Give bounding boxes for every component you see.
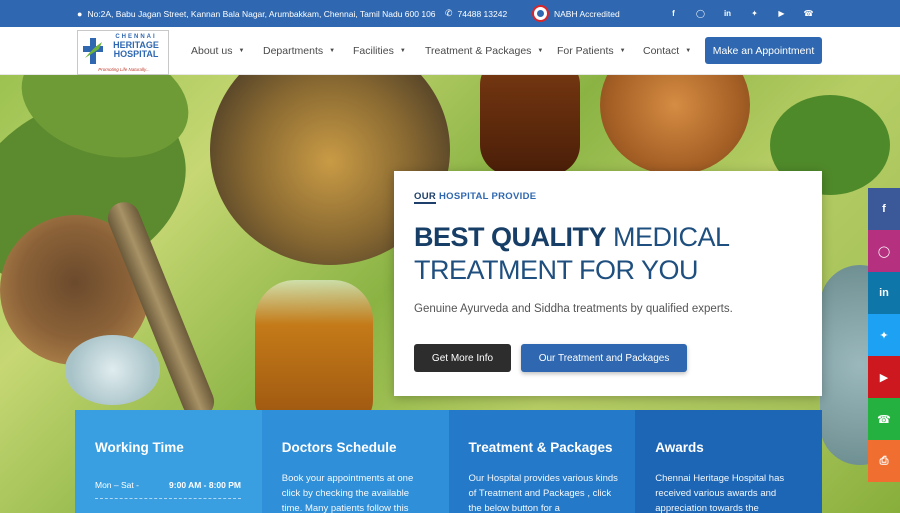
nav-label: Contact xyxy=(643,45,680,57)
card-title: Working Time xyxy=(95,440,184,455)
linkedin-icon[interactable]: in xyxy=(714,9,741,18)
nav-facilities[interactable]: Facilities ▼ xyxy=(353,27,406,75)
chevron-down-icon: ▼ xyxy=(685,48,692,54)
facebook-icon[interactable]: f xyxy=(868,188,900,230)
address-text: No:2A, Babu Jagan Street, Kannan Bala Na… xyxy=(87,8,436,19)
oil-glass-image xyxy=(255,280,373,430)
card-text: Our Hospital provides various kinds of T… xyxy=(468,473,618,513)
address-info: ● No:2A, Babu Jagan Street, Kannan Bala … xyxy=(77,0,436,27)
site-header: CHENNAI HERITAGE HOSPITAL Promoting Life… xyxy=(0,27,900,75)
phone-text[interactable]: 74488 13242 xyxy=(458,9,508,19)
whatsapp-icon[interactable]: ☎ xyxy=(795,9,822,18)
card-text: Book your appointments at one click by c… xyxy=(281,473,414,513)
nav-for-patients[interactable]: For Patients ▼ xyxy=(557,27,626,75)
card-title: Treatment & Packages xyxy=(468,440,613,455)
card-text: Chennai Heritage Hospital has received v… xyxy=(655,473,785,513)
nabh-logo-icon xyxy=(532,5,549,22)
accreditation-info: NABH Accredited xyxy=(532,0,620,27)
working-hours-row: Mon – Sat - 9:00 AM - 8:00 PM xyxy=(95,480,241,490)
working-hours: 9:00 AM - 8:00 PM xyxy=(169,480,241,490)
nav-label: For Patients xyxy=(557,45,614,57)
hero-subtext: Genuine Ayurveda and Siddha treatments b… xyxy=(414,303,733,315)
instagram-icon[interactable]: ◯ xyxy=(687,9,714,18)
chevron-down-icon: ▼ xyxy=(329,48,336,54)
whatsapp-icon[interactable]: ☎ xyxy=(868,398,900,440)
location-pin-icon: ● xyxy=(77,8,83,19)
glass-jar-image xyxy=(65,335,160,405)
phone-icon: ✆ xyxy=(445,8,453,18)
nav-label: About us xyxy=(191,45,233,57)
get-more-info-button[interactable]: Get More Info xyxy=(414,344,511,372)
logo-cross-icon xyxy=(83,38,103,64)
instagram-icon[interactable]: ◯ xyxy=(868,230,900,272)
card-working-time: Working Time Mon – Sat - 9:00 AM - 8:00 … xyxy=(75,410,262,513)
nav-contact[interactable]: Contact ▼ xyxy=(643,27,691,75)
nav-about-us[interactable]: About us ▼ xyxy=(191,27,244,75)
nav-label: Departments xyxy=(263,45,324,57)
youtube-icon[interactable]: ▶ xyxy=(868,356,900,398)
chevron-down-icon: ▼ xyxy=(537,48,544,54)
twitter-icon[interactable]: ✦ xyxy=(868,314,900,356)
bottle-image xyxy=(480,75,580,175)
nav-treatment-packages[interactable]: Treatment & Packages ▼ xyxy=(425,27,543,75)
logo-wordmark: CHENNAI HERITAGE HOSPITAL xyxy=(104,34,168,59)
logo-tagline: Promoting Life Naturally... xyxy=(98,67,150,72)
chevron-down-icon: ▼ xyxy=(619,48,626,54)
chevron-down-icon: ▼ xyxy=(238,48,245,54)
nav-label: Facilities xyxy=(353,45,394,57)
top-social-links: f ◯ in ✦ ▶ ☎ xyxy=(660,0,822,27)
card-awards: Awards Chennai Heritage Hospital has rec… xyxy=(635,410,822,513)
logo-line-3: HOSPITAL xyxy=(113,49,159,59)
hero-card: OUR HOSPITAL PROVIDE BEST QUALITY MEDICAL… xyxy=(394,171,822,396)
linkedin-icon[interactable]: in xyxy=(868,272,900,314)
accreditation-text: NABH Accredited xyxy=(554,8,620,19)
make-appointment-button[interactable]: Make an Appointment xyxy=(705,37,822,64)
eyebrow-text: HOSPITAL PROVIDE xyxy=(439,191,537,202)
eyebrow-highlight: OUR xyxy=(414,191,437,204)
print-icon[interactable]: ⎙ xyxy=(868,440,900,482)
card-title: Doctors Schedule xyxy=(281,440,397,455)
card-doctors-schedule: Doctors Schedule Book your appointments … xyxy=(261,410,449,513)
facebook-icon[interactable]: f xyxy=(660,9,687,18)
twitter-icon[interactable]: ✦ xyxy=(741,9,768,18)
card-treatment-packages: Treatment & Packages Our Hospital provid… xyxy=(448,410,636,513)
treatment-packages-button[interactable]: Our Treatment and Packages xyxy=(521,344,687,372)
divider xyxy=(95,498,241,499)
hero-eyebrow: OUR HOSPITAL PROVIDE xyxy=(414,191,537,204)
youtube-icon[interactable]: ▶ xyxy=(768,9,795,18)
nav-label: Treatment & Packages xyxy=(425,45,532,57)
headline-bold: BEST QUALITY xyxy=(414,222,607,252)
side-social-bar: f ◯ in ✦ ▶ ☎ ⎙ xyxy=(868,188,900,482)
nav-departments[interactable]: Departments ▼ xyxy=(263,27,335,75)
clay-pot-image xyxy=(600,75,750,175)
working-days: Mon – Sat - xyxy=(95,480,139,490)
feature-cards: Working Time Mon – Sat - 9:00 AM - 8:00 … xyxy=(75,410,822,513)
chevron-down-icon: ▼ xyxy=(399,48,406,54)
card-title: Awards xyxy=(655,440,704,455)
hero-headline: BEST QUALITY MEDICAL TREATMENT FOR YOU xyxy=(414,221,814,287)
phone-info[interactable]: ✆ 74488 13242 xyxy=(445,0,507,27)
hospital-logo[interactable]: CHENNAI HERITAGE HOSPITAL Promoting Life… xyxy=(77,30,169,75)
top-bar: ● No:2A, Babu Jagan Street, Kannan Bala … xyxy=(0,0,900,27)
